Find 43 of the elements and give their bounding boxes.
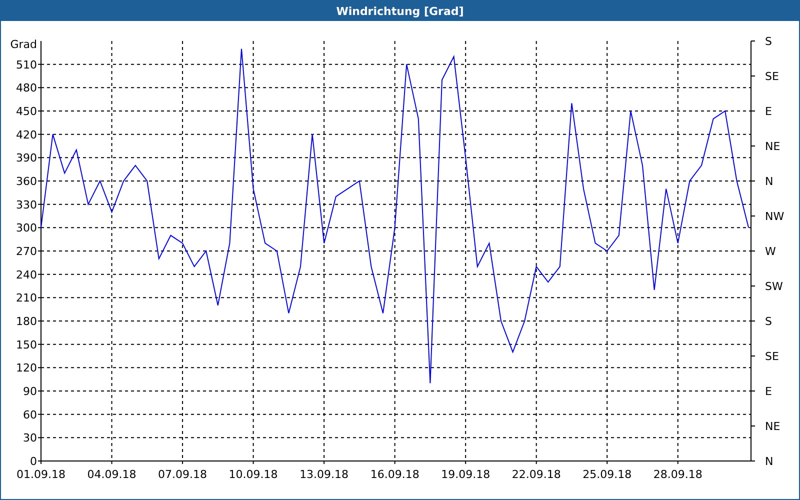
y-tick-label: 480 [16,82,37,95]
compass-tick-label: NE [765,140,780,153]
compass-tick-label: N [765,175,774,188]
x-tick-label: 19.09.18 [441,468,490,481]
compass-tick-label: S [765,315,772,328]
compass-tick-label: W [765,245,776,258]
window-title: Windrichtung [Grad] [1,1,799,21]
x-tick-label: 13.09.18 [300,468,349,481]
y-tick-label: 0 [30,455,37,468]
y-axis-title: Grad [10,38,37,51]
y-tick-label: 150 [16,338,37,352]
x-tick-label: 22.09.18 [512,468,561,481]
y-tick-label: 180 [16,315,37,328]
x-tick-label: 25.09.18 [582,468,632,481]
x-tick-label: 01.09.18 [16,468,66,481]
x-tick-label: 10.09.18 [228,468,278,481]
x-tick-label: 16.09.18 [370,468,420,481]
compass-tick-label: E [765,385,772,398]
y-tick-label: 450 [16,105,37,118]
y-tick-label: 330 [16,198,37,212]
y-tick-label: 90 [23,385,37,398]
y-tick-label: 60 [23,408,37,422]
compass-tick-label: SE [765,350,779,363]
compass-tick-label: E [765,105,772,118]
y-tick-label: 300 [16,222,37,235]
compass-tick-label: SW [765,280,783,293]
x-tick-label: 28.09.18 [653,468,702,481]
compass-tick-label: NE [765,420,780,433]
y-tick-label: 510 [16,58,37,72]
compass-tick-label: SE [765,70,779,83]
y-tick-label: 360 [16,175,37,188]
compass-tick-label: S [765,35,772,48]
compass-tick-label: NW [765,210,784,223]
x-tick-label: 07.09.18 [158,468,208,481]
y-tick-label: 390 [16,152,37,165]
y-tick-label: 420 [16,128,37,142]
y-tick-label: 270 [16,245,37,258]
y-tick-label: 120 [16,362,37,375]
compass-tick-label: N [765,455,774,468]
x-tick-label: 04.09.18 [87,468,136,481]
y-tick-label: 30 [23,432,37,445]
y-tick-label: 240 [16,268,37,282]
y-tick-label: 210 [16,292,37,305]
